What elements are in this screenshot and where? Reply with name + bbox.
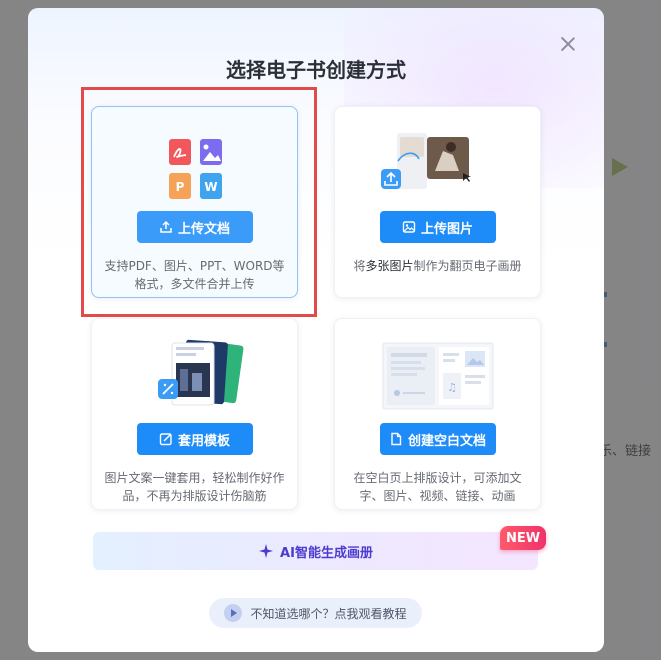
ppt-letter: P — [176, 180, 185, 194]
template-card[interactable]: 套用模板 图片文案一键套用，轻松制作好作品，不再为排版设计伤脑筋 — [91, 318, 298, 510]
photo-upload-illustration — [335, 121, 540, 201]
image-file-icon — [200, 139, 222, 165]
upload-document-button[interactable]: 上传文档 — [136, 211, 253, 243]
upload-document-label: 上传文档 — [177, 221, 230, 237]
use-template-button[interactable]: 套用模板 — [136, 423, 253, 455]
upload-document-description: 支持PDF、图片、PPT、WORD等格式，多文件合并上传 — [104, 259, 285, 291]
ai-generate-button[interactable]: AI智能生成画册 — [93, 532, 538, 570]
new-badge: NEW — [500, 526, 546, 550]
template-description: 图片文案一键套用，轻松制作好作品，不再为排版设计伤脑筋 — [104, 471, 285, 503]
template-illustration — [92, 333, 297, 413]
edit-icon — [159, 433, 172, 446]
blank-document-illustration: ♫ — [335, 333, 540, 413]
file-types-illustration: P W — [92, 121, 297, 201]
magic-wand-icon — [158, 379, 178, 399]
music-note-icon: ♫ — [447, 381, 457, 394]
create-ebook-dialog: 选择电子书创建方式 P W 上传文档 支持PDF、图片、PPT、WORD等格式，… — [28, 8, 604, 652]
upload-image-button[interactable]: 上传图片 — [379, 211, 496, 243]
blank-document-description: 在空白页上排版设计，可添加文字、图片、视频、链接、动画 — [353, 471, 522, 503]
image-icon — [402, 221, 416, 233]
document-icon — [391, 432, 402, 446]
dialog-title: 选择电子书创建方式 — [226, 58, 406, 82]
ai-generate-label: AI智能生成画册 — [280, 545, 373, 561]
upload-badge-icon — [381, 169, 401, 189]
upload-image-card[interactable]: 上传图片 将多张图片制作为翻页电子画册 — [334, 106, 541, 298]
pdf-icon — [169, 139, 191, 165]
create-blank-document-button[interactable]: 创建空白文档 — [379, 423, 496, 455]
upload-image-description: 将多张图片制作为翻页电子画册 — [353, 259, 522, 273]
upload-document-card[interactable]: P W 上传文档 支持PDF、图片、PPT、WORD等格式，多文件合并上传 — [91, 106, 298, 298]
create-blank-document-label: 创建空白文档 — [407, 433, 486, 449]
close-icon[interactable] — [558, 34, 578, 54]
tutorial-link[interactable]: 不知道选哪个？点我观看教程 — [209, 598, 422, 628]
upload-icon — [160, 220, 172, 233]
play-icon — [224, 604, 243, 622]
sparkle-icon — [259, 544, 274, 558]
word-letter: W — [204, 180, 217, 194]
tutorial-label: 不知道选哪个？点我观看教程 — [250, 606, 407, 621]
upload-image-label: 上传图片 — [420, 221, 473, 237]
blank-document-card[interactable]: ♫ 创建空白文档 在空白页上排版设计，可添加文字、图片、视频、链接、动画 — [334, 318, 541, 510]
use-template-label: 套用模板 — [177, 433, 230, 449]
